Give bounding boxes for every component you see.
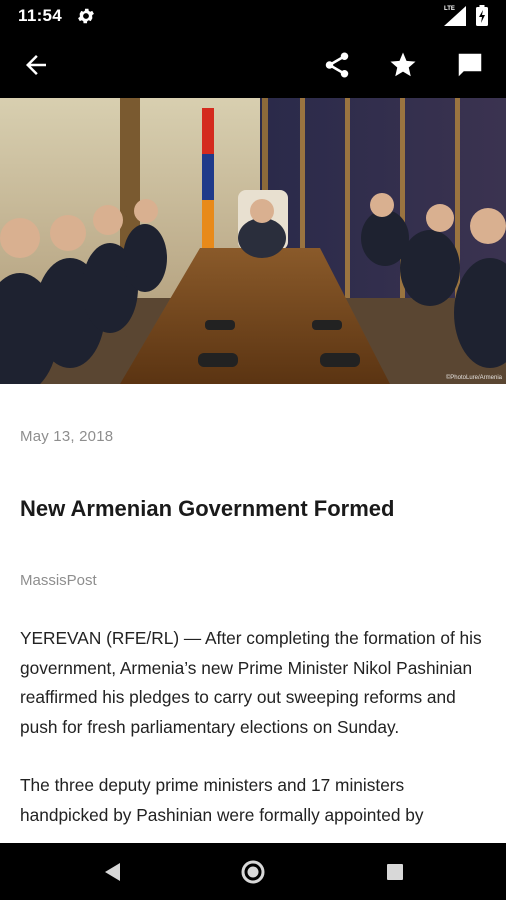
back-arrow-icon — [21, 50, 51, 80]
system-nav-bar — [0, 843, 506, 900]
article-source[interactable]: MassisPost — [20, 572, 97, 589]
back-button[interactable] — [21, 50, 51, 80]
recents-square-icon — [382, 859, 408, 885]
comment-button[interactable] — [455, 50, 485, 80]
article-body: YEREVAN (RFE/RL) — After completing the … — [20, 624, 490, 859]
status-icons: LTE — [444, 5, 488, 26]
article-paragraph: The three deputy prime ministers and 17 … — [20, 775, 424, 825]
share-icon — [322, 50, 352, 80]
battery-icon — [476, 5, 488, 26]
share-button[interactable] — [322, 50, 352, 80]
article-paragraph: YEREVAN (RFE/RL) — After completing the … — [20, 628, 482, 737]
comment-icon — [455, 50, 485, 80]
article-date: May 13, 2018 — [20, 428, 114, 445]
network-label: LTE — [444, 5, 455, 12]
status-time: 11:54 — [18, 6, 63, 25]
status-bar: 11:54 LTE — [0, 0, 506, 32]
star-icon — [388, 50, 418, 80]
home-circle-icon — [240, 859, 266, 885]
photo-watermark: ©PhotoLure/Armenia — [445, 375, 502, 381]
hero-image: ©PhotoLure/Armenia — [0, 98, 506, 384]
app-bar — [0, 32, 506, 98]
favorite-button[interactable] — [388, 50, 418, 80]
nav-back-button[interactable] — [100, 859, 126, 885]
back-triangle-icon — [100, 859, 126, 885]
nav-home-button[interactable] — [240, 859, 266, 885]
nav-recents-button[interactable] — [382, 859, 408, 885]
meeting-photo — [0, 98, 506, 384]
gear-icon — [76, 6, 96, 26]
article-title: New Armenian Government Formed — [20, 496, 395, 521]
signal-icon: LTE — [444, 5, 466, 26]
